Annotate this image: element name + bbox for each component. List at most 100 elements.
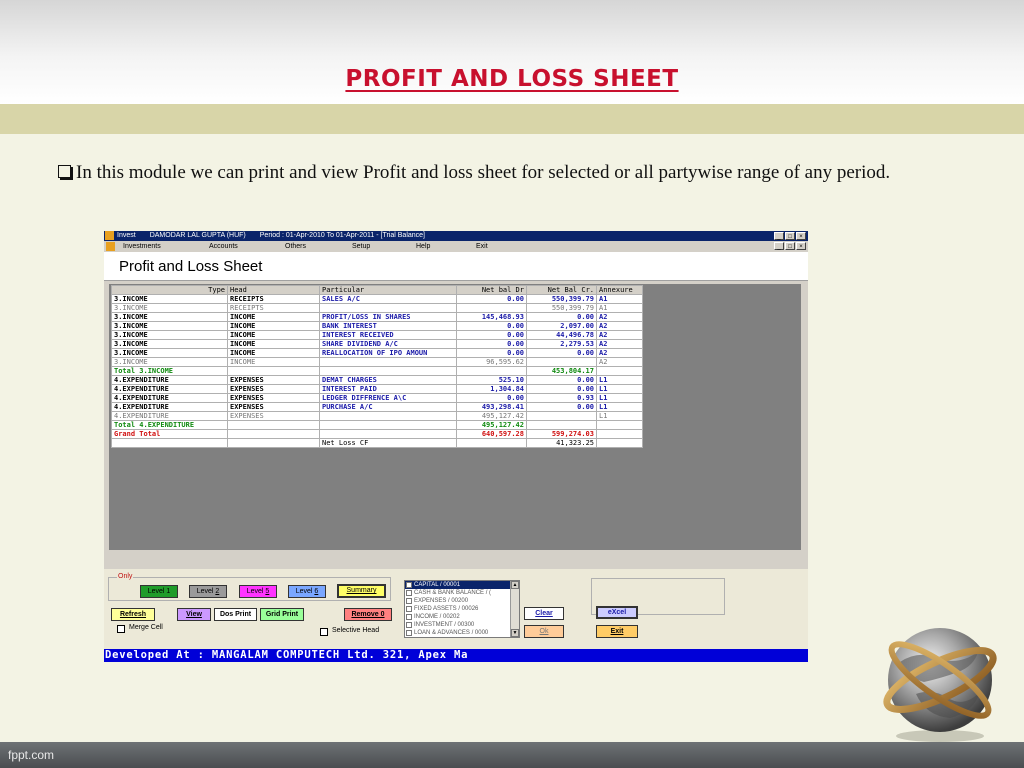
merge-cell-checkbox[interactable] (117, 625, 125, 633)
cell-type[interactable]: Total 3.INCOME (111, 366, 228, 376)
grid-row[interactable]: 4.EXPENDITURE EXPENSES 495,127.42 L1 (111, 411, 643, 421)
cell-particular[interactable]: PROFIT/LOSS IN SHARES (319, 312, 457, 322)
cell-particular[interactable]: LEDGER DIFFRENCE A\C (319, 393, 457, 403)
refresh-button[interactable]: Refresh (111, 608, 155, 621)
cell-type[interactable]: 4.EXPENDITURE (111, 393, 228, 403)
listbox-scrollbar[interactable]: ▲ ▼ (510, 581, 519, 637)
cell-type[interactable]: 3.INCOME (111, 357, 228, 367)
cell-net-cr[interactable]: 0.00 (526, 384, 597, 394)
cell-net-cr[interactable] (526, 357, 597, 367)
menu-help[interactable]: Help (416, 241, 430, 252)
cell-type[interactable]: 3.INCOME (111, 348, 228, 358)
cell-net-cr[interactable]: 2,097.00 (526, 321, 597, 331)
account-list-item[interactable]: CASH & BANK BALANCE / ( (405, 589, 519, 597)
app-menu-icon[interactable] (106, 242, 115, 251)
cell-net-dr[interactable] (456, 366, 527, 376)
excel-button[interactable]: eXcel (596, 606, 638, 619)
cell-particular[interactable]: INTEREST RECEIVED (319, 330, 457, 340)
cell-net-cr[interactable] (526, 411, 597, 421)
cell-particular[interactable]: Net Loss CF (319, 438, 457, 448)
cell-head[interactable]: RECEIPTS (227, 303, 320, 313)
cell-head[interactable]: INCOME (227, 321, 320, 331)
cell-annexure[interactable]: L1 (596, 402, 643, 412)
cell-net-cr[interactable]: 0.93 (526, 393, 597, 403)
level-1-button[interactable]: Level 1 (140, 585, 178, 598)
cell-net-dr[interactable]: 1,304.84 (456, 384, 527, 394)
grid-row[interactable]: 3.INCOME RECEIPTS 550,399.79 A1 (111, 303, 643, 313)
minimize-button[interactable]: _ (774, 232, 784, 240)
grid-row[interactable]: 4.EXPENDITURE EXPENSES INTEREST PAID 1,304.… (111, 384, 643, 394)
col-annexure-header[interactable]: Annexure (596, 285, 643, 295)
cell-annexure[interactable] (596, 438, 643, 448)
clear-button[interactable]: Clear (524, 607, 564, 620)
cell-particular[interactable]: SALES A/C (319, 294, 457, 304)
cell-particular[interactable] (319, 420, 457, 430)
level-5-button[interactable]: Level 5 (239, 585, 277, 598)
cell-annexure[interactable]: A2 (596, 357, 643, 367)
child-close-button[interactable]: × (796, 242, 806, 250)
cell-particular[interactable] (319, 411, 457, 421)
grid-row[interactable]: Grand Total 640,597.28 599,274.03 (111, 429, 643, 439)
grid-row[interactable]: Total 4.EXPENDITURE 495,127.42 (111, 420, 643, 430)
menu-setup[interactable]: Setup (352, 241, 370, 252)
cell-type[interactable]: 4.EXPENDITURE (111, 384, 228, 394)
cell-particular[interactable]: BANK INTEREST (319, 321, 457, 331)
cell-net-dr[interactable]: 0.00 (456, 393, 527, 403)
cell-net-cr[interactable]: 0.00 (526, 402, 597, 412)
cell-head[interactable] (227, 438, 320, 448)
cell-net-cr[interactable]: 0.00 (526, 348, 597, 358)
summary-button[interactable]: Summary (337, 584, 386, 598)
cell-head[interactable]: INCOME (227, 339, 320, 349)
cell-annexure[interactable]: L1 (596, 393, 643, 403)
cell-head[interactable]: EXPENSES (227, 375, 320, 385)
exit-button[interactable]: Exit (596, 625, 638, 638)
list-checkbox[interactable] (406, 582, 412, 588)
grid-row[interactable]: 3.INCOME INCOME PROFIT/LOSS IN SHARES 145,4… (111, 312, 643, 322)
cell-annexure[interactable]: L1 (596, 411, 643, 421)
cell-type[interactable] (111, 438, 228, 448)
cell-annexure[interactable] (596, 429, 643, 439)
close-button[interactable]: × (796, 232, 806, 240)
cell-net-cr[interactable]: 550,399.79 (526, 303, 597, 313)
grid-print-button[interactable]: Grid Print (260, 608, 304, 621)
level-2-button[interactable]: Level 2 (189, 585, 227, 598)
cell-net-dr[interactable]: 145,468.93 (456, 312, 527, 322)
col-head-header[interactable]: Head (227, 285, 320, 295)
grid-row[interactable]: 4.EXPENDITURE EXPENSES PURCHASE A/C 493,298… (111, 402, 643, 412)
level-6-button[interactable]: Level 6 (288, 585, 326, 598)
scroll-down-icon[interactable]: ▼ (511, 629, 519, 637)
grid-row[interactable]: 4.EXPENDITURE EXPENSES DEMAT CHARGES 525.10… (111, 375, 643, 385)
cell-net-dr[interactable] (456, 303, 527, 313)
account-list-item[interactable]: LOAN & ADVANCES / 0000 (405, 629, 519, 637)
cell-annexure[interactable]: A1 (596, 294, 643, 304)
cell-head[interactable] (227, 366, 320, 376)
cell-particular[interactable]: DEMAT CHARGES (319, 375, 457, 385)
grid-row[interactable]: 4.EXPENDITURE EXPENSES LEDGER DIFFRENCE A\… (111, 393, 643, 403)
cell-annexure[interactable]: A2 (596, 339, 643, 349)
cell-annexure[interactable]: A2 (596, 321, 643, 331)
account-list-item[interactable]: CAPITAL / 00001 (405, 581, 519, 589)
account-list-item[interactable]: INCOME / 00202 (405, 613, 519, 621)
cell-annexure[interactable] (596, 420, 643, 430)
cell-particular[interactable] (319, 357, 457, 367)
cell-type[interactable]: 3.INCOME (111, 321, 228, 331)
col-net-cr-header[interactable]: Net Bal Cr. (526, 285, 597, 295)
cell-head[interactable]: INCOME (227, 357, 320, 367)
cell-annexure[interactable]: A2 (596, 348, 643, 358)
cell-net-cr[interactable]: 44,496.78 (526, 330, 597, 340)
cell-net-dr[interactable]: 495,127.42 (456, 411, 527, 421)
cell-type[interactable]: 3.INCOME (111, 312, 228, 322)
account-list-item[interactable]: FIXED ASSETS / 00026 (405, 605, 519, 613)
child-minimize-button[interactable]: _ (774, 242, 784, 250)
cell-type[interactable]: 3.INCOME (111, 339, 228, 349)
grid-row[interactable]: 3.INCOME INCOME REALLOCATION OF IPO AMOUN 0… (111, 348, 643, 358)
list-checkbox[interactable] (406, 598, 412, 604)
cell-annexure[interactable]: L1 (596, 375, 643, 385)
cell-annexure[interactable]: A2 (596, 330, 643, 340)
cell-particular[interactable] (319, 366, 457, 376)
cell-type[interactable]: Total 4.EXPENDITURE (111, 420, 228, 430)
cell-head[interactable]: INCOME (227, 312, 320, 322)
cell-net-cr[interactable]: 599,274.03 (526, 429, 597, 439)
cell-particular[interactable] (319, 303, 457, 313)
grid-row[interactable]: Net Loss CF 41,323.25 (111, 438, 643, 448)
